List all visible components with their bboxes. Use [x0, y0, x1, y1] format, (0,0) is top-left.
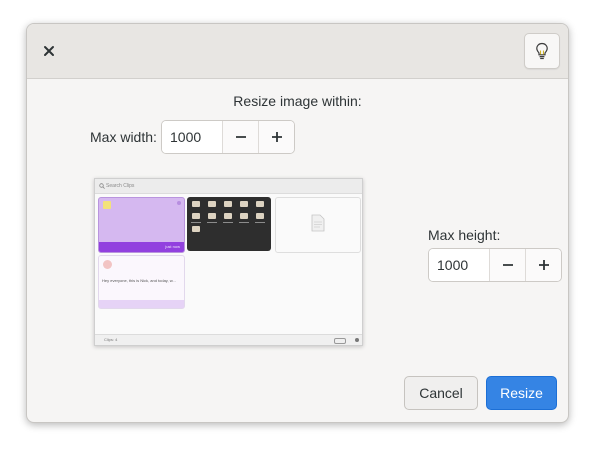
- dialog-title: Resize image within:: [233, 93, 362, 109]
- image-preview: Search Clips just now Hey everyone, this…: [94, 178, 363, 346]
- max-height-decrement-button[interactable]: [489, 249, 525, 281]
- card-toolbar: [99, 300, 184, 308]
- card-text: Hey everyone, this is Nick, and today, w…: [102, 278, 176, 283]
- settings-icon: [355, 338, 359, 342]
- minus-icon: [502, 264, 513, 266]
- max-height-increment-button[interactable]: [525, 249, 561, 281]
- avatar: [103, 260, 112, 269]
- note-icon: [103, 201, 111, 209]
- preview-clip-card-note: just now: [98, 197, 185, 253]
- preview-search-bar: Search Clips: [95, 179, 362, 194]
- minus-icon: [235, 136, 246, 138]
- resize-button[interactable]: Resize: [486, 376, 557, 410]
- max-width-spinbutton: [161, 120, 295, 154]
- max-width-label: Max width:: [90, 129, 157, 145]
- max-height-spinbutton: [428, 248, 562, 282]
- card-toolbar: just now: [99, 242, 184, 252]
- max-width-increment-button[interactable]: [258, 121, 294, 153]
- resize-dialog: Resize image within: Max width: Search C…: [26, 23, 569, 423]
- card-time: just now: [165, 244, 180, 249]
- lightbulb-icon: [536, 42, 548, 60]
- document-icon: [311, 214, 325, 232]
- max-width-decrement-button[interactable]: [222, 121, 258, 153]
- close-button[interactable]: [37, 39, 61, 63]
- preview-search-placeholder: Search Clips: [106, 183, 135, 189]
- preview-clip-card-folder: [187, 197, 271, 251]
- max-height-label: Max height:: [428, 227, 501, 243]
- preview-footer-text: Clips: 4: [104, 337, 118, 342]
- hint-button[interactable]: [524, 33, 560, 69]
- close-icon: [44, 46, 54, 56]
- search-icon: [99, 183, 105, 189]
- cancel-button[interactable]: Cancel: [404, 376, 478, 410]
- preview-clip-card-text: Hey everyone, this is Nick, and today, w…: [98, 255, 185, 309]
- plus-icon: [271, 132, 282, 142]
- max-height-input[interactable]: [429, 249, 489, 281]
- plus-icon: [538, 260, 549, 270]
- pin-icon: [177, 201, 181, 205]
- max-width-input[interactable]: [162, 121, 222, 153]
- toggle-switch: [334, 338, 346, 344]
- preview-clip-card-file: [275, 197, 361, 253]
- header-bar: [27, 24, 568, 79]
- preview-footer: Clips: 4: [95, 334, 362, 345]
